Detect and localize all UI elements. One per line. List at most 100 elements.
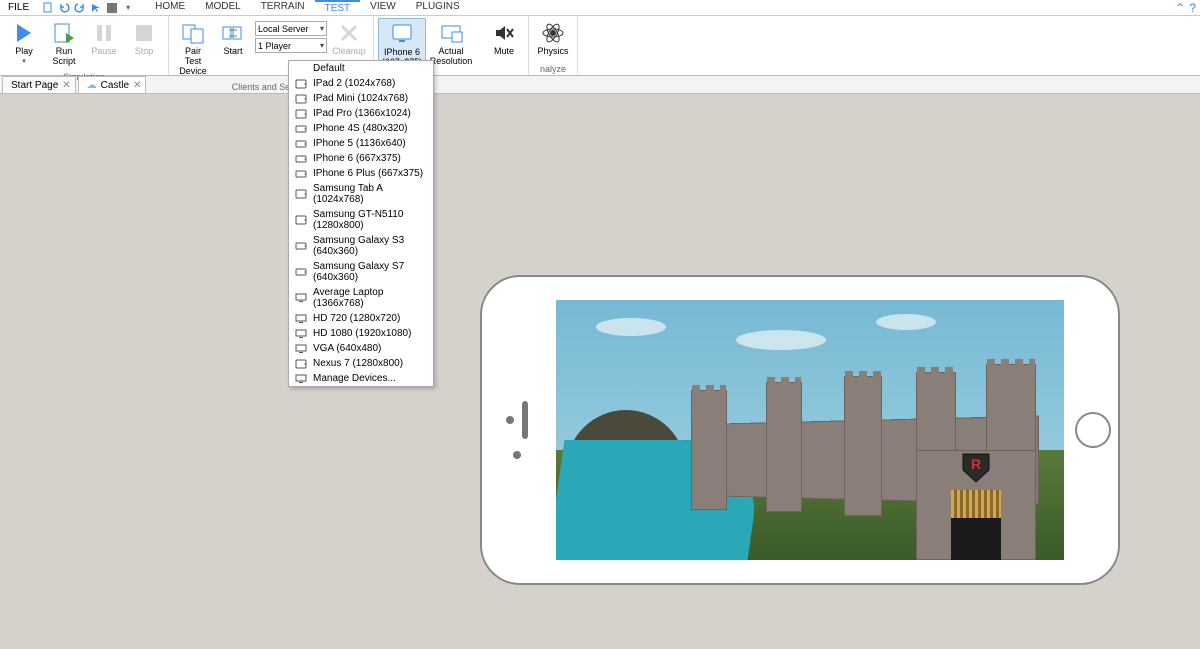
mute-button[interactable]: Mute [484, 18, 524, 59]
players-combo[interactable]: 1 Player [255, 38, 327, 53]
device-dropdown[interactable]: Default IPad 2 (1024x768) IPad Mini (1024x… [288, 60, 434, 387]
device-option-label: IPad Pro (1366x1024) [313, 108, 411, 119]
device-option[interactable]: Default [289, 61, 433, 76]
cleanup-label: Cleanup [332, 47, 366, 57]
tablet-icon [295, 94, 307, 104]
tab-home[interactable]: HOME [145, 0, 195, 15]
file-menu[interactable]: FILE [0, 2, 37, 13]
device-option[interactable]: IPhone 5 (1136x640) [289, 136, 433, 151]
device-option[interactable]: IPad Mini (1024x768) [289, 91, 433, 106]
ribbon: Play ▾ Run Script Pause Stop Simulation … [0, 16, 1200, 76]
tablet-icon [295, 215, 307, 225]
start-icon [220, 20, 246, 46]
collapse-ribbon-icon[interactable]: ⌃ [1175, 1, 1185, 15]
close-tab-icon[interactable]: ✕ [62, 80, 70, 91]
cloud [876, 314, 936, 330]
device-option[interactable]: Samsung Tab A (1024x768) [289, 181, 433, 207]
stop-icon [131, 20, 157, 46]
device-option[interactable]: IPhone 6 (667x375) [289, 151, 433, 166]
physics-label: Physics [537, 47, 568, 57]
device-option-label: IPad Mini (1024x768) [313, 93, 408, 104]
pair-test-device-button[interactable]: Pair Test Device [173, 18, 213, 79]
phone-sensor-icon [513, 451, 521, 459]
play-icon [11, 20, 37, 46]
qat-dropdown-icon[interactable]: ▾ [121, 1, 135, 15]
device-option[interactable]: IPad 2 (1024x768) [289, 76, 433, 91]
tab-model[interactable]: MODEL [195, 0, 251, 15]
redo-icon[interactable] [73, 1, 87, 15]
play-label: Play [15, 47, 33, 57]
tab-test[interactable]: TEST [315, 0, 361, 15]
undo-icon[interactable] [57, 1, 71, 15]
server-combo[interactable]: Local Server [255, 21, 327, 36]
device-option-label: Samsung GT-N5110 (1280x800) [313, 209, 427, 231]
menu-tabs: HOME MODEL TERRAIN TEST VIEW PLUGINS [145, 0, 470, 15]
device-option[interactable]: HD 720 (1280x720) [289, 311, 433, 326]
server-config: Local Server 1 Player [253, 18, 329, 56]
tab-plugins[interactable]: PLUGINS [406, 0, 470, 15]
color-icon[interactable] [105, 1, 119, 15]
device-option-label: Samsung Galaxy S7 (640x360) [313, 261, 427, 283]
doctab-castle-label: Castle [101, 80, 129, 91]
phone-speaker-icon [522, 401, 528, 439]
device-option[interactable]: IPhone 4S (480x320) [289, 121, 433, 136]
device-option[interactable]: Samsung GT-N5110 (1280x800) [289, 207, 433, 233]
play-button[interactable]: Play ▾ [4, 18, 44, 67]
game-viewport[interactable]: R [556, 300, 1064, 560]
none-icon [295, 64, 307, 74]
device-option[interactable]: HD 1080 (1920x1080) [289, 326, 433, 341]
play-dropdown-icon[interactable]: ▾ [22, 57, 26, 65]
physics-button[interactable]: Physics [533, 18, 573, 59]
device-option-label: HD 1080 (1920x1080) [313, 328, 411, 339]
device-option-label: IPhone 6 (667x375) [313, 153, 401, 164]
device-option-label: Average Laptop (1366x768) [313, 287, 427, 309]
device-icon [389, 21, 415, 47]
device-option[interactable]: Manage Devices... [289, 371, 433, 386]
tab-view[interactable]: VIEW [360, 0, 406, 15]
tab-terrain[interactable]: TERRAIN [251, 0, 315, 15]
castle-portcullis [951, 490, 1001, 518]
pause-button: Pause [84, 18, 124, 59]
cloud [596, 318, 666, 336]
server-combo-value: Local Server [258, 24, 309, 34]
close-tab-icon[interactable]: ✕ [133, 80, 141, 91]
svg-text:R: R [971, 456, 981, 472]
run-script-button[interactable]: Run Script [44, 18, 84, 69]
doctab-start-label: Start Page [11, 80, 58, 91]
device-option[interactable]: VGA (640x480) [289, 341, 433, 356]
cleanup-icon [336, 20, 362, 46]
cloud [736, 330, 826, 350]
device-option[interactable]: IPad Pro (1366x1024) [289, 106, 433, 121]
players-combo-value: 1 Player [258, 41, 291, 51]
doctab-start-page[interactable]: Start Page ✕ [2, 76, 76, 93]
device-option[interactable]: IPhone 6 Plus (667x375) [289, 166, 433, 181]
pair-device-icon [180, 20, 206, 46]
device-option[interactable]: Average Laptop (1366x768) [289, 285, 433, 311]
device-option[interactable]: Nexus 7 (1280x800) [289, 356, 433, 371]
select-icon[interactable] [89, 1, 103, 15]
resolution-icon [438, 20, 464, 46]
device-option[interactable]: Samsung Galaxy S3 (640x360) [289, 233, 433, 259]
doctab-castle[interactable]: ☁ Castle ✕ [78, 76, 147, 93]
castle-tower [766, 382, 802, 512]
menubar-right: ⌃ ? [1175, 1, 1200, 15]
pause-label: Pause [91, 47, 117, 57]
pair-test-label: Pair Test Device [177, 47, 209, 77]
new-icon[interactable] [41, 1, 55, 15]
device-option[interactable]: Samsung Galaxy S7 (640x360) [289, 259, 433, 285]
tablet-icon [295, 79, 307, 89]
start-button[interactable]: Start [213, 18, 253, 59]
stop-label: Stop [135, 47, 154, 57]
castle-tower [844, 376, 882, 516]
device-option-label: Default [313, 63, 345, 74]
device-option-label: IPad 2 (1024x768) [313, 78, 395, 89]
help-icon[interactable]: ? [1189, 1, 1196, 15]
phone-icon [295, 154, 307, 164]
quick-access-toolbar: ▾ [37, 1, 139, 15]
menubar: FILE ▾ HOME MODEL TERRAIN TEST VIEW PLUG… [0, 0, 1200, 16]
analyze-group-label: nalyze [529, 63, 577, 75]
device-option-label: Manage Devices... [313, 373, 396, 384]
home-button-icon [1075, 412, 1111, 448]
device-option-label: IPhone 6 Plus (667x375) [313, 168, 423, 179]
phone-home-area [1068, 412, 1118, 448]
